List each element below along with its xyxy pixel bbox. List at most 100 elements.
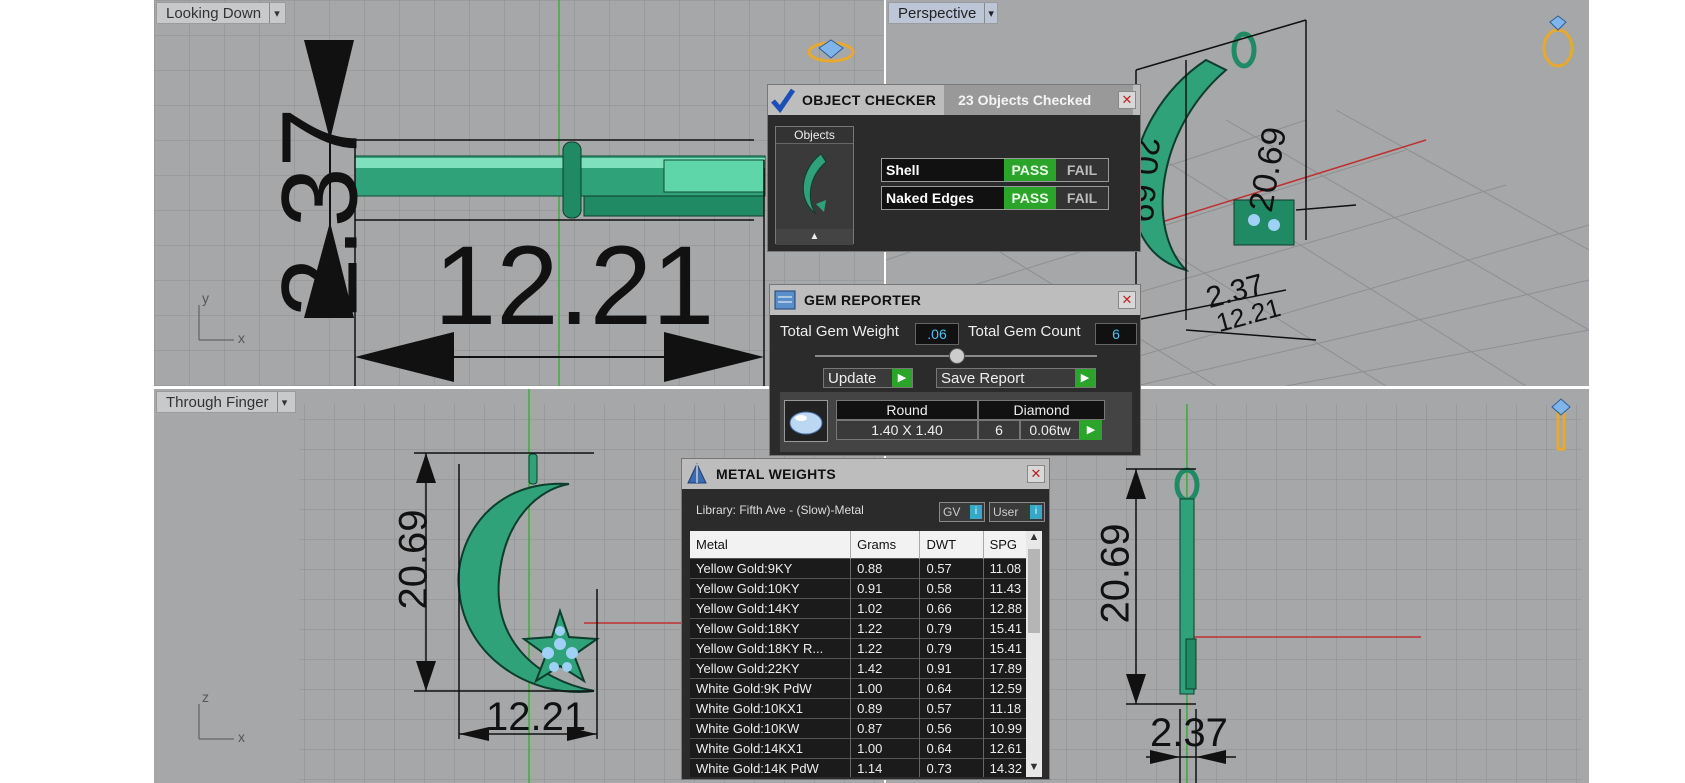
dwt: 0.64 (919, 738, 984, 759)
gem-count: 6 (978, 420, 1020, 440)
axis-label-x: x (238, 330, 245, 346)
axis-label-x: x (238, 729, 245, 745)
close-button[interactable]: ✕ (1118, 91, 1136, 109)
column-header[interactable]: DWT (919, 531, 984, 559)
grams: 0.88 (850, 558, 921, 579)
metal-name: Yellow Gold:18KY R... (690, 638, 852, 659)
gem-go-button[interactable]: ▶ (1080, 420, 1102, 440)
dim-horizontal: 12.21 (486, 695, 587, 739)
column-header[interactable]: Metal (690, 531, 852, 559)
dwt: 0.57 (919, 698, 984, 719)
metal-table-body: Yellow Gold:9KY 0.88 0.57 11.08 Yellow Gold… (690, 558, 1036, 777)
table-row[interactable]: Yellow Gold:18KY R... 1.22 0.79 15.41 (690, 638, 1036, 659)
table-row[interactable]: White Gold:14KX1 1.00 0.64 12.61 (690, 738, 1036, 759)
viewport-label-text: Perspective (898, 4, 977, 22)
total-gem-weight-label: Total Gem Weight (780, 323, 899, 340)
objects-box[interactable]: Objects ▲ (775, 126, 854, 245)
metal-name: White Gold:9K PdW (690, 678, 852, 699)
close-button[interactable]: ✕ (1118, 291, 1136, 309)
checkmark-icon (768, 85, 798, 115)
table-row[interactable]: Yellow Gold:10KY 0.91 0.58 11.43 (690, 578, 1036, 599)
save-report-button[interactable]: Save Report ▶ (936, 368, 1096, 388)
scale-icon (682, 459, 712, 489)
viewport-label-through-finger[interactable]: Through Finger ▾ (156, 391, 296, 413)
check-row-shell: Shell PASS FAIL (881, 158, 1109, 182)
total-gem-count-value: 6 (1095, 323, 1137, 345)
metal-name: Yellow Gold:14KY (690, 598, 852, 619)
update-button[interactable]: Update ▶ (823, 368, 913, 388)
grams: 0.87 (850, 718, 921, 739)
object-checker-titlebar[interactable]: OBJECT CHECKER 23 Objects Checked (768, 85, 1140, 115)
metal-name: Yellow Gold:22KY (690, 658, 852, 679)
viewport-label-text: Looking Down (166, 4, 262, 22)
gem-weight: 0.06tw (1020, 420, 1080, 440)
gv-label: GV (943, 505, 961, 519)
table-row[interactable]: White Gold:14K PdW 1.14 0.73 14.32 (690, 758, 1036, 777)
grams: 1.42 (850, 658, 921, 679)
dwt: 0.56 (919, 718, 984, 739)
close-button[interactable]: ✕ (1027, 465, 1045, 483)
table-row[interactable]: White Gold:10KX1 0.89 0.57 11.18 (690, 698, 1036, 719)
chevron-down-icon[interactable]: ▾ (984, 3, 997, 23)
metal-name: White Gold:10KX1 (690, 698, 852, 719)
dim-vertical: 20.69 (391, 509, 436, 610)
gem-reporter-titlebar[interactable]: GEM REPORTER (770, 285, 1140, 315)
column-header[interactable]: Grams (850, 531, 921, 559)
gem-shape: Round (836, 400, 978, 420)
table-row[interactable]: White Gold:9K PdW 1.00 0.64 12.59 (690, 678, 1036, 699)
chevron-down-icon[interactable]: ▾ (269, 3, 284, 23)
panel-title: OBJECT CHECKER (802, 92, 937, 108)
gem-row[interactable]: Round Diamond 1.40 X 1.40 6 0.06tw ▶ (780, 392, 1132, 452)
panel-title: GEM REPORTER (804, 292, 922, 308)
viewport-label-text: Through Finger (166, 393, 269, 411)
grams: 1.22 (850, 618, 921, 639)
table-row[interactable]: Yellow Gold:9KY 0.88 0.57 11.08 (690, 558, 1036, 579)
total-gem-weight-value: .06 (915, 323, 959, 345)
metal-name: White Gold:14KX1 (690, 738, 852, 759)
object-thumbnail-icon (802, 153, 827, 215)
grams: 1.22 (850, 638, 921, 659)
dwt: 0.79 (919, 618, 984, 639)
check-label: Naked Edges (886, 190, 974, 206)
metal-name: White Gold:10KW (690, 718, 852, 739)
scroll-up-icon[interactable]: ▲ (776, 229, 853, 245)
panel-title: METAL WEIGHTS (716, 466, 837, 482)
scroll-thumb[interactable] (1028, 549, 1040, 633)
table-header-row: Metal Grams DWT SPG (690, 531, 1036, 559)
check-row-naked-edges: Naked Edges PASS FAIL (881, 186, 1109, 210)
viewport-label-looking-down[interactable]: Looking Down ▾ (156, 2, 286, 24)
fail-badge: FAIL (1056, 187, 1108, 209)
gv-toggle[interactable]: GV i (939, 502, 985, 522)
metal-weights-titlebar[interactable]: METAL WEIGHTS (682, 459, 1049, 489)
user-toggle[interactable]: User i (989, 502, 1045, 522)
table-row[interactable]: Yellow Gold:18KY 1.22 0.79 15.41 (690, 618, 1036, 639)
user-label: User (993, 505, 1019, 519)
dim-vertical: 20.69 (1093, 523, 1138, 624)
pass-badge: PASS (1004, 159, 1056, 181)
table-row[interactable]: White Gold:10KW 0.87 0.56 10.99 (690, 718, 1036, 739)
metal-weights-panel[interactable]: METAL WEIGHTS ✕ Library: Fifth Ave - (Sl… (681, 458, 1050, 780)
table-row[interactable]: Yellow Gold:14KY 1.02 0.66 12.88 (690, 598, 1036, 619)
chevron-down-icon[interactable]: ▾ (276, 392, 292, 412)
play-icon: ▶ (1075, 369, 1095, 387)
slider-handle[interactable] (949, 348, 965, 364)
table-row[interactable]: Yellow Gold:22KY 1.42 0.91 17.89 (690, 658, 1036, 679)
objects-label: Objects (776, 127, 853, 144)
metal-table-wrap[interactable]: Metal Grams DWT SPG Yellow Gold:9KY 0.88 0… (690, 531, 1036, 777)
total-gem-count-label: Total Gem Count (968, 323, 1081, 340)
fail-badge: FAIL (1056, 159, 1108, 181)
metal-table: Metal Grams DWT SPG Yellow Gold:9KY 0.88 0… (690, 531, 1036, 777)
dwt: 0.64 (919, 678, 984, 699)
axis-label-y: y (202, 290, 209, 306)
object-checker-panel[interactable]: OBJECT CHECKER 23 Objects Checked ✕ Obje… (767, 84, 1141, 252)
scroll-up-icon[interactable]: ▲ (1026, 531, 1042, 547)
viewport-label-perspective[interactable]: Perspective ▾ (888, 2, 998, 24)
gem-reporter-panel[interactable]: GEM REPORTER ✕ Total Gem Weight .06 Tota… (769, 284, 1141, 456)
table-scrollbar[interactable]: ▲ ▼ (1026, 531, 1042, 777)
scroll-down-icon[interactable]: ▼ (1026, 761, 1042, 777)
check-label: Shell (886, 162, 920, 178)
grams: 1.00 (850, 678, 921, 699)
gem-report-icon (770, 285, 800, 315)
grams: 0.89 (850, 698, 921, 719)
axis-label-z: z (202, 689, 209, 705)
